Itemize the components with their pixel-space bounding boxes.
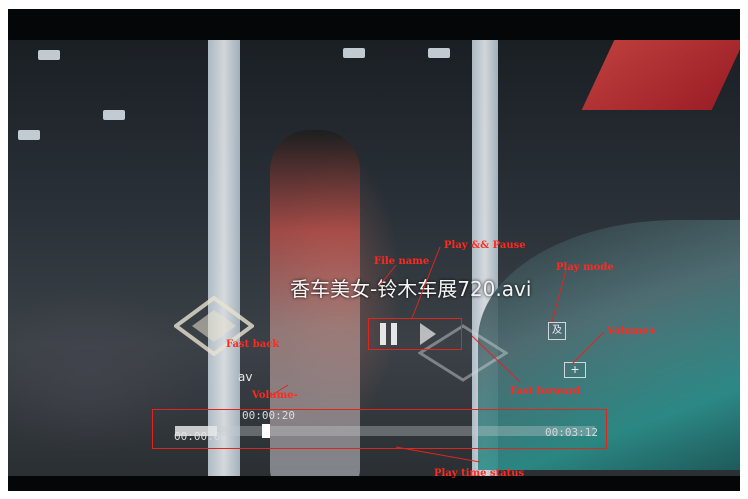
annotation-play-mode: Play mode xyxy=(556,262,614,273)
ceiling-light xyxy=(38,50,60,60)
ceiling-light xyxy=(18,130,40,140)
volume-plus-button[interactable]: + xyxy=(564,362,586,378)
play-time-highlight xyxy=(152,409,607,449)
annotation-play-pause: Play && Pause xyxy=(444,240,526,251)
annotation-volume-plus: Volume+ xyxy=(607,326,657,337)
annotation-play-time-status: Play time status xyxy=(434,468,525,479)
play-pause-highlight xyxy=(368,318,462,350)
annotation-fast-forward: Fast forward xyxy=(510,386,581,397)
ceiling-light xyxy=(343,48,365,58)
annotation-volume-minus: Volume- xyxy=(252,390,298,401)
annotation-fast-back: Fast back xyxy=(226,339,280,350)
file-name: 香车美女-铃木车展720.avi xyxy=(290,277,532,301)
ceiling-light xyxy=(103,110,125,120)
ceiling-light xyxy=(428,48,450,58)
volume-minus-button[interactable]: av xyxy=(238,370,252,384)
play-mode-button[interactable]: 及 xyxy=(548,322,566,340)
brand-sign xyxy=(581,40,740,110)
annotation-file-name: File name xyxy=(374,256,430,267)
